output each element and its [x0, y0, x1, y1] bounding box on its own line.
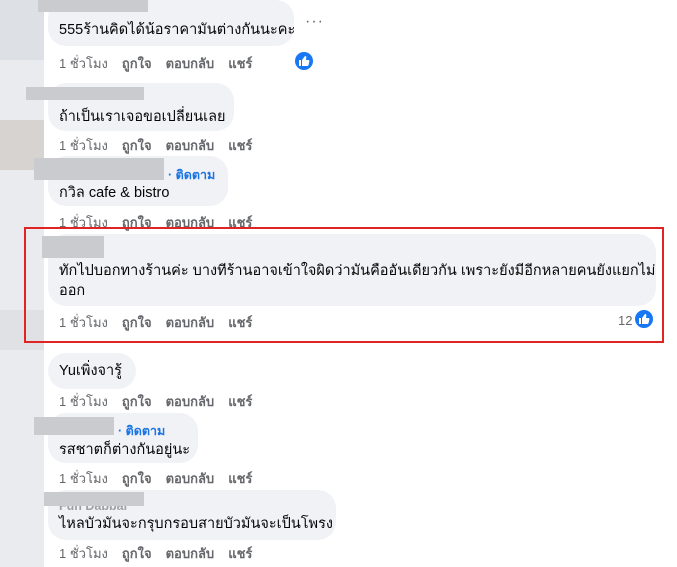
like-button[interactable]: ถูกใจ — [122, 391, 152, 412]
redacted-author — [34, 158, 164, 180]
reply-button[interactable]: ตอบกลับ — [166, 543, 215, 564]
share-button[interactable]: แชร์ — [228, 135, 252, 156]
redacted-author — [34, 417, 114, 435]
comment-bubble[interactable]: · ติดตาม รสชาตก็ต่างกันอยู่นะ — [34, 413, 198, 463]
comment-bubble[interactable]: Yuเพิ่งจารู้ — [48, 353, 136, 389]
comment-text: ไหลบัวมันจะกรุบกรอบสายบัวมันจะเป็นโพรง — [59, 516, 333, 532]
comment-actions: 1 ชั่วโมง ถูกใจ ตอบกลับ แชร์ — [59, 391, 252, 412]
comment-time[interactable]: 1 ชั่วโมง — [59, 543, 108, 564]
redacted-author — [44, 492, 144, 506]
follow-link[interactable]: · ติดตาม — [168, 165, 215, 185]
share-button[interactable]: แชร์ — [228, 468, 252, 489]
comment-bubble[interactable]: 555ร้านคิดได้น้อราคามันต่างกันนะคะ — [38, 0, 296, 46]
reply-button[interactable]: ตอบกลับ — [166, 53, 215, 74]
follow-label: ติดตาม — [125, 424, 166, 438]
redacted-author — [38, 0, 148, 12]
like-button[interactable]: ถูกใจ — [122, 135, 152, 156]
follow-link[interactable]: · ติดตาม — [118, 421, 165, 441]
comment-bubble[interactable]: ถ้าเป็นเราเจอขอเปลี่ยนเลย — [26, 83, 234, 131]
comment-text: ถ้าเป็นเราเจอขอเปลี่ยนเลย — [59, 109, 226, 125]
share-button[interactable]: แชร์ — [228, 53, 252, 74]
comment-time[interactable]: 1 ชั่วโมง — [59, 391, 108, 412]
reply-button[interactable]: ตอบกลับ — [166, 135, 215, 156]
comment-time[interactable]: 1 ชั่วโมง — [59, 468, 108, 489]
comment-time[interactable]: 1 ชั่วโมง — [59, 135, 108, 156]
reply-button[interactable]: ตอบกลับ — [166, 391, 215, 412]
comment-actions: 1 ชั่วโมง ถูกใจ ตอบกลับ แชร์ — [59, 543, 252, 564]
like-button[interactable]: ถูกใจ — [122, 543, 152, 564]
like-button[interactable]: ถูกใจ — [122, 53, 152, 74]
comment-bubble[interactable]: Fun Dabbar ไหลบัวมันจะกรุบกรอบสายบัวมันจ… — [44, 490, 336, 540]
comment-text: รสชาตก็ต่างกันอยู่นะ — [59, 442, 191, 458]
comment-text: 555ร้านคิดได้น้อราคามันต่างกันนะคะ — [59, 22, 296, 38]
reply-button[interactable]: ตอบกลับ — [166, 468, 215, 489]
comment-actions: 1 ชั่วโมง ถูกใจ ตอบกลับ แชร์ — [59, 468, 252, 489]
like-reaction-icon[interactable] — [293, 50, 315, 72]
redacted-author — [26, 87, 144, 100]
comment-time[interactable]: 1 ชั่วโมง — [59, 53, 108, 74]
comment-bubble[interactable]: Alan Virachines · ติดตาม กวิล cafe & bis… — [34, 156, 228, 206]
comment-text: กวิล cafe & bistro — [59, 185, 170, 201]
follow-label: ติดตาม — [175, 168, 216, 182]
highlight-box — [24, 227, 664, 343]
like-button[interactable]: ถูกใจ — [122, 468, 152, 489]
comment-text: Yuเพิ่งจารู้ — [59, 363, 122, 379]
comment-actions: 1 ชั่วโมง ถูกใจ ตอบกลับ แชร์ — [59, 53, 252, 74]
comment-actions: 1 ชั่วโมง ถูกใจ ตอบกลับ แชร์ — [59, 135, 252, 156]
more-options-icon[interactable]: ··· — [305, 13, 324, 31]
share-button[interactable]: แชร์ — [228, 391, 252, 412]
share-button[interactable]: แชร์ — [228, 543, 252, 564]
